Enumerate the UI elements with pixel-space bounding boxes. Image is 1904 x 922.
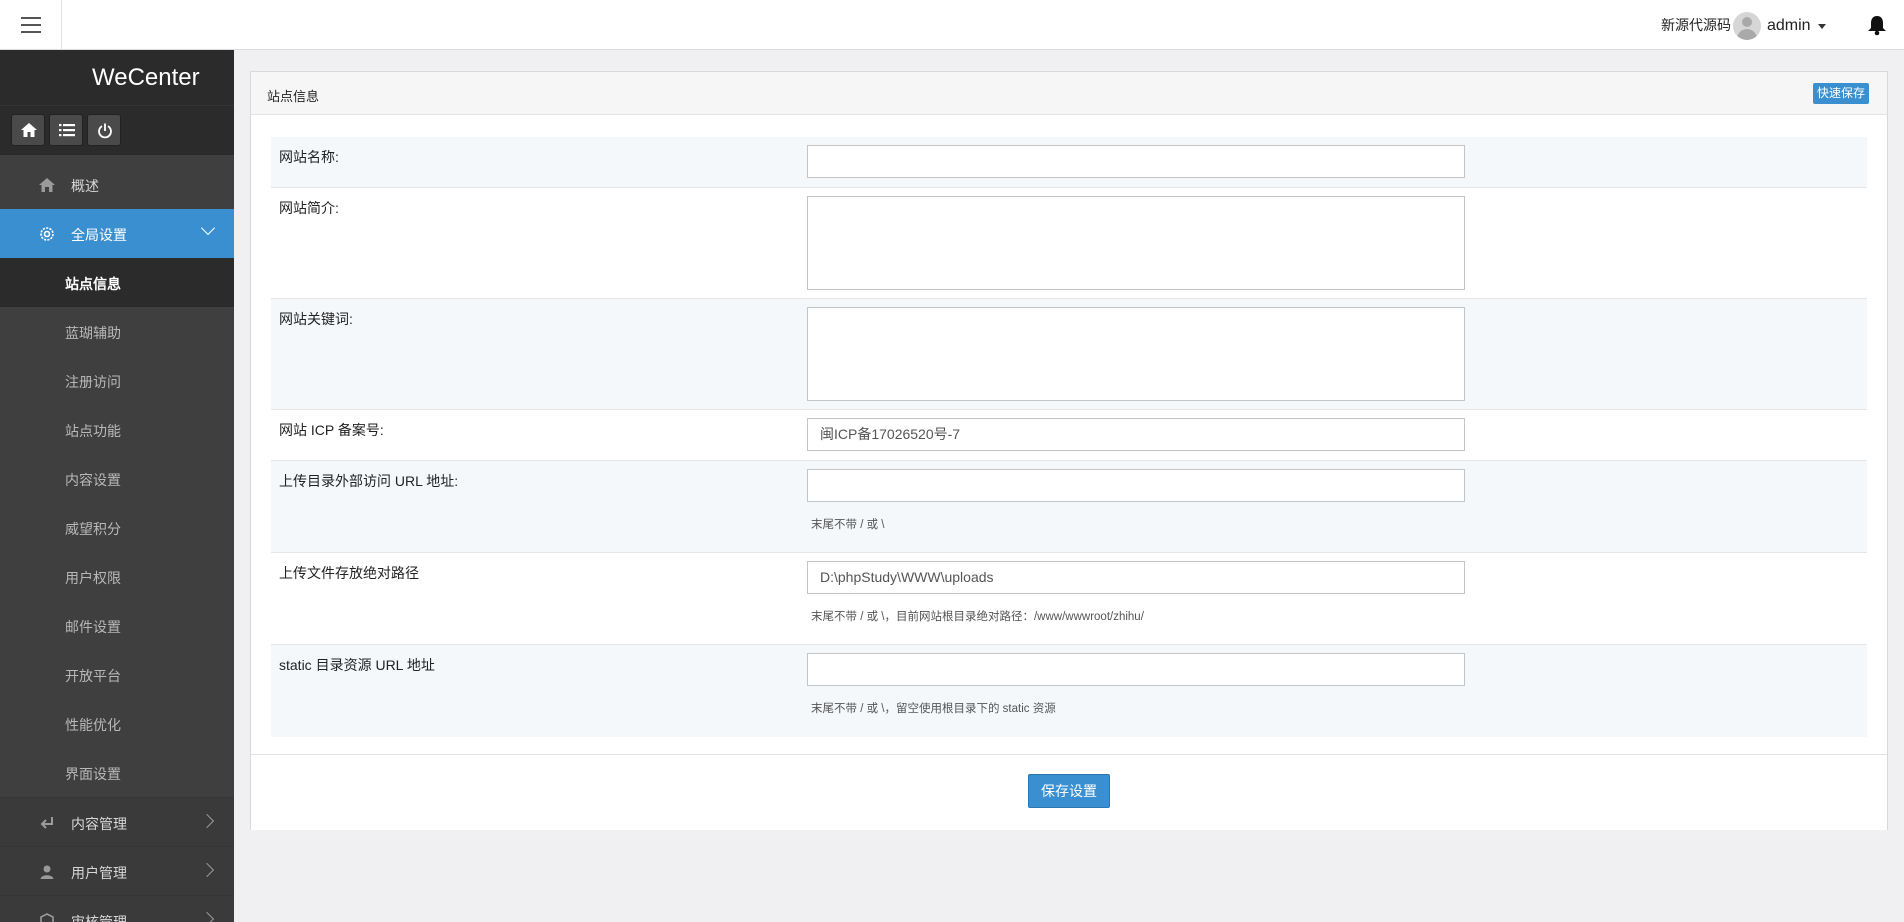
chevron-right-icon	[199, 911, 215, 922]
return-icon	[40, 817, 53, 829]
sidebar-item-content-management[interactable]: 内容管理	[0, 797, 234, 846]
upload-url-input[interactable]	[807, 469, 1465, 502]
sidebar-nav: 概述 全局设置 站点信息 蓝瑚辅助 注册访问 站点功能 内容设置 威望积分 用户…	[0, 160, 234, 922]
review-icon	[40, 913, 54, 922]
home-icon	[39, 178, 55, 192]
field-label: 网站关键词:	[279, 311, 353, 327]
brand: WeCenter	[0, 50, 234, 105]
panel-footer: 保存设置	[251, 754, 1887, 830]
form-row-upload-url: 上传目录外部访问 URL 地址: 末尾不带 / 或 \	[271, 461, 1867, 553]
chevron-right-icon	[199, 862, 215, 878]
field-label: 上传目录外部访问 URL 地址:	[279, 473, 459, 489]
site-name-input[interactable]	[807, 145, 1465, 178]
list-shortcut-button[interactable]	[49, 114, 83, 146]
sidebar-subitem-site-info[interactable]: 站点信息	[0, 258, 234, 307]
site-intro-textarea[interactable]	[807, 196, 1465, 290]
menu-toggle-icon[interactable]	[0, 0, 62, 50]
icp-input[interactable]: 闽ICP备17026520号-7	[807, 418, 1465, 451]
form-row-upload-path: 上传文件存放绝对路径 D:\phpStudy\WWW\uploads 末尾不带 …	[271, 553, 1867, 645]
gear-icon	[40, 227, 54, 241]
sidebar-item-label: 审核管理	[71, 914, 127, 922]
home-shortcut-button[interactable]	[11, 114, 45, 146]
field-label: 网站 ICP 备案号:	[279, 422, 384, 438]
form-row-static-url: static 目录资源 URL 地址 末尾不带 / 或 \，留空使用根目录下的 …	[271, 645, 1867, 737]
sidebar-quick-bar	[0, 105, 234, 155]
user-icon	[40, 865, 54, 879]
list-icon	[59, 124, 75, 137]
top-bar: 新源代源码 admin	[0, 0, 1904, 50]
sidebar-item-global-settings[interactable]: 全局设置	[0, 209, 234, 258]
sidebar-item-user-management[interactable]: 用户管理	[0, 846, 234, 895]
logout-shortcut-button[interactable]	[87, 114, 121, 146]
sidebar-subitem-permissions[interactable]: 用户权限	[0, 552, 234, 601]
field-label: static 目录资源 URL 地址	[279, 657, 435, 673]
sidebar-item-review-management[interactable]: 审核管理	[0, 895, 234, 922]
settings-form: 网站名称: 网站简介: 网站关键词: 网站 ICP 备案号: 闽ICP备1702…	[271, 137, 1867, 737]
static-url-input[interactable]	[807, 653, 1465, 686]
form-row-site-keywords: 网站关键词:	[271, 299, 1867, 410]
field-hint: 末尾不带 / 或 \	[811, 519, 885, 531]
form-row-site-name: 网站名称:	[271, 137, 1867, 188]
source-link[interactable]: 新源代源码	[1661, 15, 1731, 35]
sidebar-subitem-1[interactable]: 蓝瑚辅助	[0, 307, 234, 356]
sidebar-subitem-content-settings[interactable]: 内容设置	[0, 454, 234, 503]
sidebar-subitem-mail[interactable]: 邮件设置	[0, 601, 234, 650]
brand-logo: WeCenter	[92, 64, 200, 91]
avatar	[1733, 12, 1761, 40]
sidebar-subitem-performance[interactable]: 性能优化	[0, 699, 234, 748]
chevron-right-icon	[199, 813, 215, 829]
sidebar-subitem-reputation[interactable]: 威望积分	[0, 503, 234, 552]
quick-save-button[interactable]: 快速保存	[1813, 83, 1870, 104]
form-row-icp: 网站 ICP 备案号: 闽ICP备17026520号-7	[271, 410, 1867, 461]
panel-header: 站点信息 快速保存	[251, 72, 1887, 115]
field-hint: 末尾不带 / 或 \，目前网站根目录绝对路径：/www/wwwroot/zhih…	[811, 611, 1144, 623]
sidebar: WeCenter 概述 全局设置 站点信息 蓝瑚辅助 注册访问 站点功能 内容设…	[0, 50, 234, 922]
field-label: 上传文件存放绝对路径	[279, 565, 419, 581]
site-keywords-textarea[interactable]	[807, 307, 1465, 401]
field-label: 网站简介:	[279, 200, 339, 216]
sidebar-item-label: 概述	[71, 178, 99, 194]
panel-title: 站点信息	[267, 89, 320, 104]
form-row-site-intro: 网站简介:	[271, 188, 1867, 299]
sidebar-subitem-open-platform[interactable]: 开放平台	[0, 650, 234, 699]
sidebar-subitem-interface[interactable]: 界面设置	[0, 748, 234, 797]
sidebar-item-label: 全局设置	[71, 227, 127, 243]
sidebar-item-label: 内容管理	[71, 816, 127, 832]
upload-path-input[interactable]: D:\phpStudy\WWW\uploads	[807, 561, 1465, 594]
home-icon	[21, 123, 37, 137]
field-label: 网站名称:	[279, 149, 339, 165]
save-settings-button[interactable]: 保存设置	[1028, 774, 1110, 808]
power-icon	[98, 123, 112, 139]
sidebar-subitem-site-features[interactable]: 站点功能	[0, 405, 234, 454]
chevron-down-icon	[200, 220, 216, 236]
site-info-panel: 站点信息 快速保存 网站名称: 网站简介: 网站关键词: 网站 ICP 备案号:…	[250, 71, 1888, 830]
bell-icon[interactable]	[1866, 14, 1888, 36]
user-menu[interactable]: admin	[1733, 11, 1826, 41]
sidebar-subitem-registration[interactable]: 注册访问	[0, 356, 234, 405]
username: admin	[1767, 17, 1811, 34]
sidebar-item-overview[interactable]: 概述	[0, 160, 234, 209]
sidebar-item-label: 用户管理	[71, 865, 127, 881]
field-hint: 末尾不带 / 或 \，留空使用根目录下的 static 资源	[811, 703, 1056, 715]
caret-down-icon	[1817, 23, 1826, 29]
